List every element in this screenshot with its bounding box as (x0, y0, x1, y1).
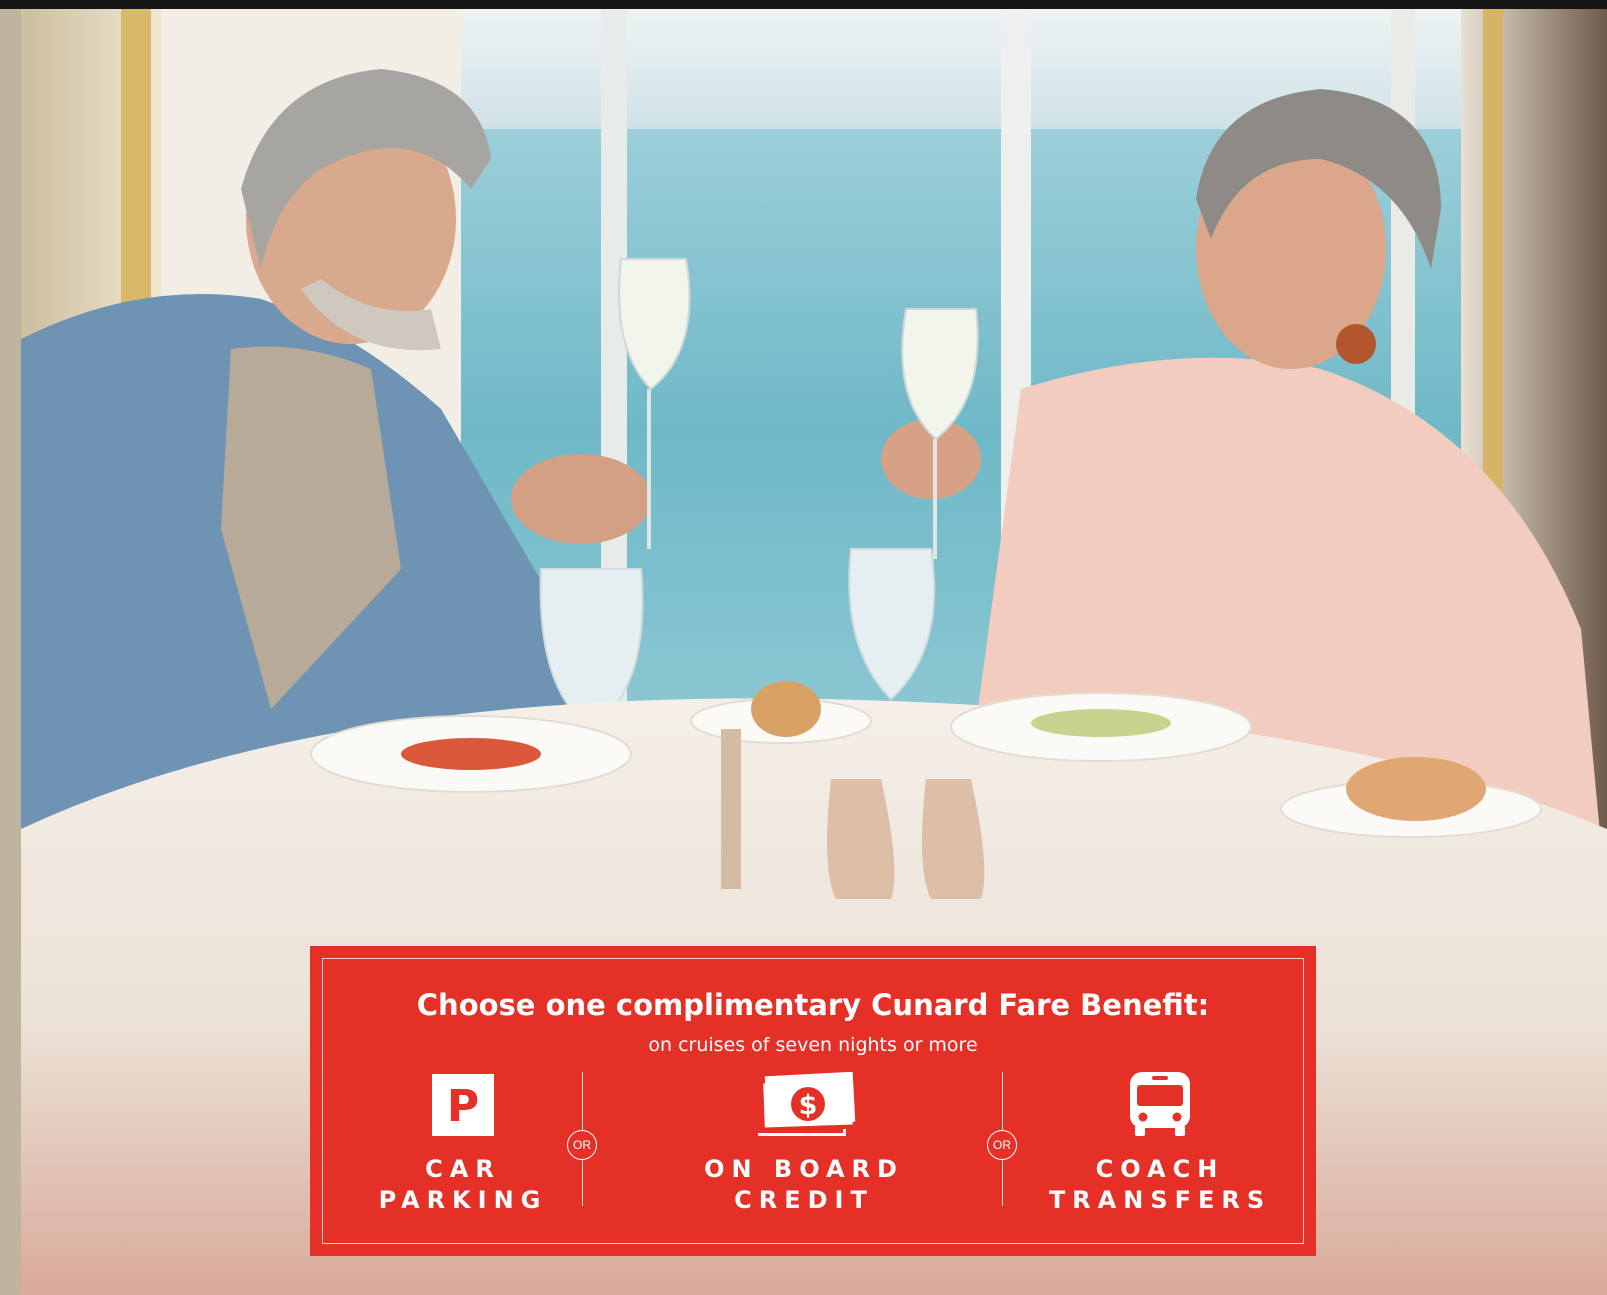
parking-icon-letter: P (447, 1081, 479, 1132)
or-separator: OR (567, 1130, 597, 1160)
fare-benefit-banner: Choose one complimentary Cunard Fare Ben… (310, 946, 1316, 1256)
benefit-option-on-board-credit: $ ON BOARD CREDIT (674, 1072, 934, 1216)
top-bar (0, 0, 1607, 9)
benefit-label: ON BOARD CREDIT (674, 1154, 934, 1216)
benefit-label: CAR PARKING (333, 1154, 593, 1216)
benefit-label-line1: ON BOARD (704, 1155, 904, 1183)
advert-page: Choose one complimentary Cunard Fare Ben… (0, 0, 1607, 1295)
benefit-label: COACH TRANSFERS (1030, 1154, 1290, 1216)
banner-subline: on cruises of seven nights or more (648, 1034, 978, 1056)
left-margin-strip (0, 9, 21, 1295)
bus-icon (1030, 1072, 1290, 1138)
benefit-label-line2: PARKING (378, 1186, 548, 1214)
benefit-option-coach-transfers: COACH TRANSFERS (1030, 1072, 1290, 1216)
benefit-label-line2: TRANSFERS (1048, 1186, 1272, 1214)
benefit-option-car-parking: P CAR PARKING (333, 1072, 593, 1216)
parking-icon: P (333, 1072, 593, 1138)
credit-dollar-symbol: $ (799, 1090, 818, 1121)
benefit-label-line1: COACH (1095, 1155, 1225, 1183)
banner-headline: Choose one complimentary Cunard Fare Ben… (416, 988, 1210, 1022)
benefit-label-line1: CAR (425, 1155, 501, 1183)
money-credit-icon: $ (674, 1072, 934, 1138)
or-separator: OR (987, 1130, 1017, 1160)
benefit-label-line2: CREDIT (734, 1186, 874, 1214)
